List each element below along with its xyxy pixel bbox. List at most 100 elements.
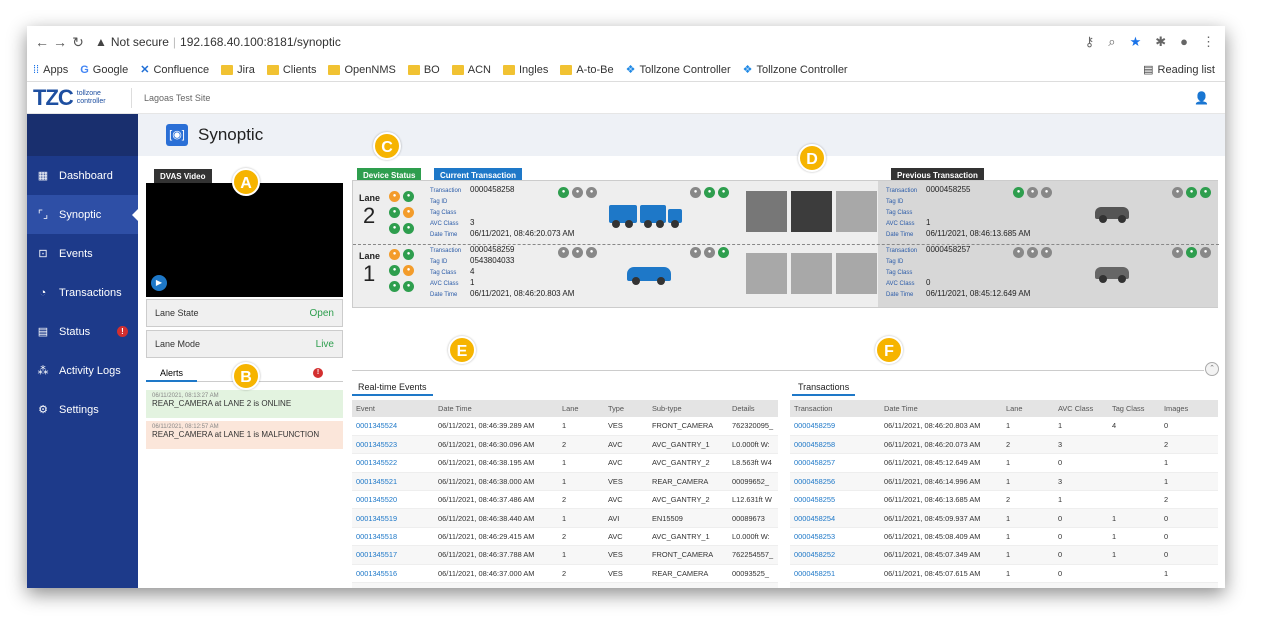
extension-icon[interactable]: ✱	[1155, 34, 1166, 50]
row-id-link[interactable]: 0001345518	[352, 527, 434, 547]
status-icon[interactable]: ●	[1172, 247, 1183, 258]
status-icon[interactable]: ●	[558, 247, 569, 258]
tab-dvas-video[interactable]: DVAS Video	[154, 169, 212, 184]
status-icon[interactable]: ●	[1027, 187, 1038, 198]
sidebar-item-events[interactable]: ⊡ Events	[27, 234, 138, 273]
status-icon[interactable]: ●	[1186, 247, 1197, 258]
table-row[interactable]: 0001345519 06/11/2021, 08:46:38.440 AM 1 AV…	[352, 508, 778, 528]
row-id-link[interactable]: 0001345515	[352, 582, 434, 588]
device-status-icon[interactable]: ●	[403, 207, 414, 218]
sidebar-item-dashboard[interactable]: ▦ Dashboard	[27, 156, 138, 195]
status-icon[interactable]: ●	[1013, 247, 1024, 258]
bookmark-clients[interactable]: Clients	[266, 64, 316, 76]
table-row[interactable]: 0000458251 06/11/2021, 08:45:07.615 AM 1 0 1	[790, 564, 1218, 584]
back-icon[interactable]: ←	[33, 34, 51, 50]
bookmark-opennms[interactable]: OpenNMS	[328, 64, 396, 76]
url-text[interactable]: 192.168.40.100:8181/synoptic	[180, 35, 341, 49]
bookmark-acn[interactable]: ACN	[451, 64, 491, 76]
row-id-link[interactable]: 0000458251	[790, 564, 880, 584]
table-row[interactable]: 000134551506/11/2021, 08:46:36.226 AM1AV…	[352, 582, 778, 588]
status-icon[interactable]: ●	[586, 187, 597, 198]
device-status-icon[interactable]: ●	[403, 223, 414, 234]
bookmark-tollzone-2[interactable]: ❖ Tollzone Controller	[743, 63, 848, 77]
device-status-icon[interactable]: ●	[389, 265, 400, 276]
vehicle-image-thumbnail[interactable]	[791, 253, 832, 294]
play-icon[interactable]: ▶	[151, 275, 167, 291]
column-header[interactable]: Sub-type	[648, 400, 728, 417]
status-icon[interactable]: ●	[586, 247, 597, 258]
status-icon[interactable]: ●	[1200, 187, 1211, 198]
column-header[interactable]: Tag Class	[1108, 400, 1160, 417]
forward-icon[interactable]: →	[51, 34, 69, 50]
collapse-icon[interactable]: ⌃	[1205, 362, 1219, 376]
alert-item[interactable]: 06/11/2021, 08:12:57 AM REAR_CAMERA at L…	[146, 421, 343, 449]
row-id-link[interactable]: 0000458259	[790, 417, 880, 436]
alert-item[interactable]: 06/11/2021, 08:13:27 AM REAR_CAMERA at L…	[146, 390, 343, 418]
vehicle-image-thumbnail[interactable]	[836, 253, 877, 294]
row-id-link[interactable]: 0001345522	[352, 453, 434, 473]
table-row[interactable]: 0000458253 06/11/2021, 08:45:08.409 AM 1 0 1…	[790, 527, 1218, 547]
status-icon[interactable]: ●	[690, 247, 701, 258]
status-icon[interactable]: ●	[1172, 187, 1183, 198]
tab-real-time-events[interactable]: Real-time Events	[352, 380, 433, 396]
row-id-link[interactable]: 0000458258	[790, 435, 880, 455]
vehicle-image-thumbnail[interactable]	[746, 253, 787, 294]
vehicle-image-thumbnail[interactable]	[791, 191, 832, 232]
logo[interactable]: TZC tollzone controller	[27, 85, 131, 111]
status-icon[interactable]: ●	[572, 247, 583, 258]
vehicle-image-thumbnail[interactable]	[746, 191, 787, 232]
row-id-link[interactable]: 0001345521	[352, 472, 434, 492]
row-id-link[interactable]: 0001345523	[352, 435, 434, 455]
column-header[interactable]: Type	[604, 400, 648, 417]
sidebar-item-settings[interactable]: ⚙ Settings	[27, 390, 138, 429]
status-icon[interactable]: ●	[572, 187, 583, 198]
tab-transactions[interactable]: Transactions	[792, 380, 856, 396]
column-header[interactable]: Date Time	[434, 400, 558, 417]
row-id-link[interactable]: 0000458250	[790, 582, 880, 588]
column-header[interactable]: AVC Class	[1054, 400, 1108, 417]
status-icon[interactable]: ●	[718, 187, 729, 198]
table-row[interactable]: 000045825006/11/2021, 08:46:10.183 AM111…	[790, 582, 1218, 588]
tab-alerts[interactable]: Alerts	[146, 366, 198, 382]
device-status-icon[interactable]: ●	[389, 281, 400, 292]
column-header[interactable]: Images	[1160, 400, 1218, 417]
status-icon[interactable]: ●	[704, 247, 715, 258]
table-row[interactable]: 0000458258 06/11/2021, 08:46:20.073 AM 2 3 2	[790, 435, 1218, 455]
column-header[interactable]: Event	[352, 400, 434, 417]
user-icon[interactable]: 👤	[1194, 91, 1225, 105]
column-header[interactable]: Details	[728, 400, 778, 417]
row-id-link[interactable]: 0000458253	[790, 527, 880, 547]
reload-icon[interactable]: ↻	[69, 34, 87, 51]
key-icon[interactable]: ⚷	[1085, 34, 1095, 50]
table-row[interactable]: 0001345523 06/11/2021, 08:46:30.096 AM 2 AV…	[352, 435, 778, 455]
column-header[interactable]: Lane	[1002, 400, 1054, 417]
row-id-link[interactable]: 0001345524	[352, 417, 434, 436]
device-status-icon[interactable]: ●	[389, 207, 400, 218]
status-icon[interactable]: ●	[704, 187, 715, 198]
device-status-icon[interactable]: ●	[389, 249, 400, 260]
bookmark-tollzone-1[interactable]: ❖ Tollzone Controller	[626, 63, 731, 77]
device-status-icon[interactable]: ●	[403, 249, 414, 260]
bookmark-jira[interactable]: Jira	[221, 64, 255, 76]
status-icon[interactable]: ●	[1200, 247, 1211, 258]
device-status-icon[interactable]: ●	[389, 223, 400, 234]
row-id-link[interactable]: 0001345519	[352, 508, 434, 528]
status-icon[interactable]: ●	[1041, 187, 1052, 198]
table-row[interactable]: 0001345522 06/11/2021, 08:46:38.195 AM 1 AV…	[352, 453, 778, 473]
bookmark-bo[interactable]: BO	[407, 64, 440, 76]
table-row[interactable]: 0000458259 06/11/2021, 08:46:20.803 AM 1 1 4…	[790, 417, 1218, 436]
status-icon[interactable]: ●	[1186, 187, 1197, 198]
row-id-link[interactable]: 0000458257	[790, 453, 880, 473]
table-row[interactable]: 0001345517 06/11/2021, 08:46:37.788 AM 1 VE…	[352, 545, 778, 565]
table-row[interactable]: 0000458256 06/11/2021, 08:46:14.996 AM 1 3 1	[790, 472, 1218, 492]
device-status-icon[interactable]: ●	[403, 265, 414, 276]
row-id-link[interactable]: 0001345517	[352, 545, 434, 565]
reading-list[interactable]: ▤ Reading list	[1143, 63, 1225, 77]
status-icon[interactable]: ●	[690, 187, 701, 198]
sidebar-item-synoptic[interactable]: ⌜⌟ Synoptic	[27, 195, 138, 234]
status-icon[interactable]: ●	[1041, 247, 1052, 258]
table-row[interactable]: 0001345521 06/11/2021, 08:46:38.000 AM 1 VE…	[352, 472, 778, 492]
table-row[interactable]: 0000458255 06/11/2021, 08:46:13.685 AM 2 1 2	[790, 490, 1218, 510]
dvas-video-player[interactable]: ▶	[146, 183, 343, 297]
table-row[interactable]: 0001345516 06/11/2021, 08:46:37.000 AM 2 VE…	[352, 564, 778, 584]
